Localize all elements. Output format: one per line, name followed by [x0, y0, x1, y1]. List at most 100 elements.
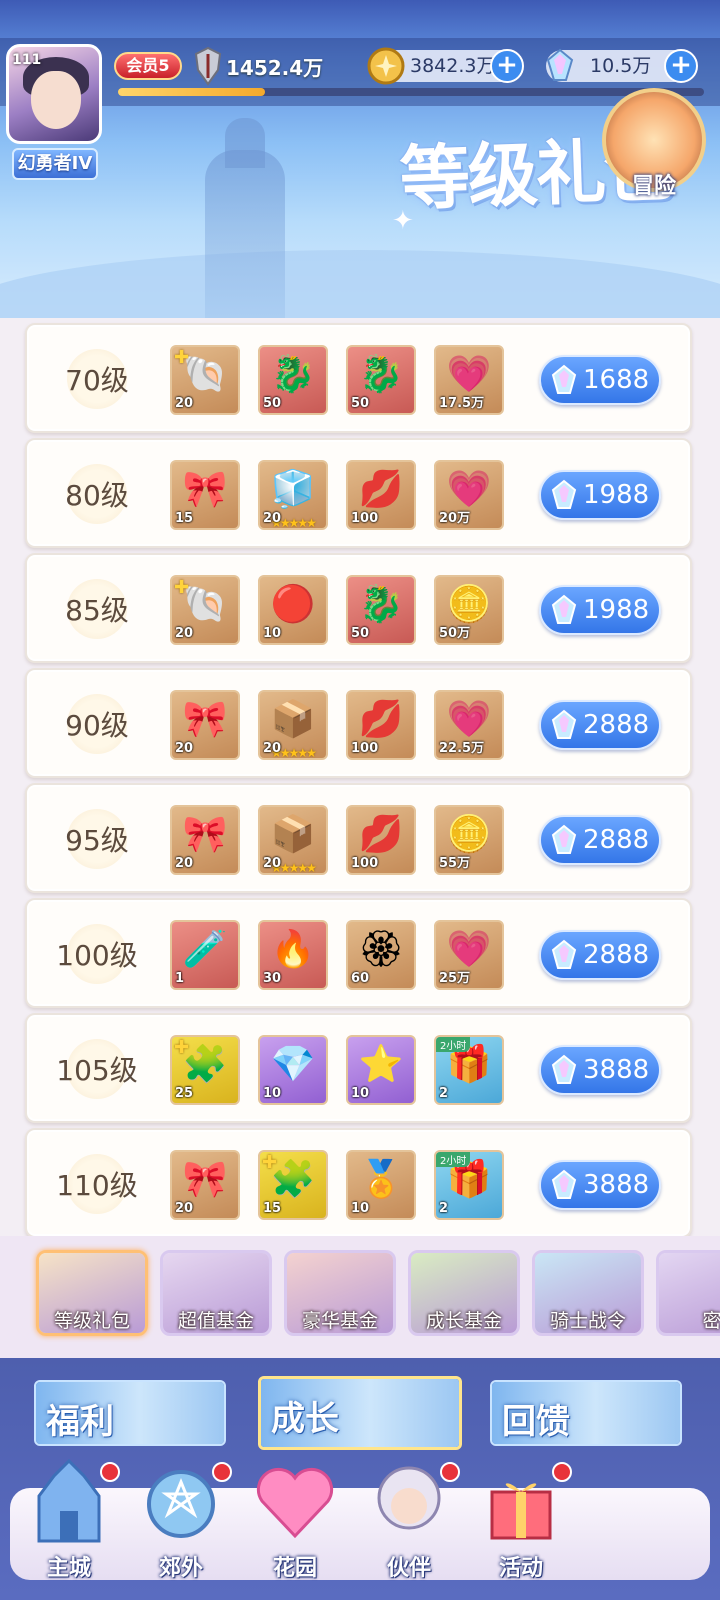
add-coins-button[interactable]: + [490, 49, 524, 83]
item-glyph: 💗 [446, 699, 492, 740]
gold-dragon-icon[interactable]: 🐉 50 [346, 575, 416, 645]
tab-2[interactable]: 豪华基金 [284, 1250, 396, 1336]
item-glyph: 🎀 [182, 699, 228, 740]
pack-price: 3888 [583, 1055, 650, 1085]
buy-button[interactable]: 3888 [539, 1045, 661, 1095]
gold-coin-icon[interactable]: 🪙 55万 [434, 805, 504, 875]
vip-badge[interactable]: 会员5 [114, 52, 182, 80]
item-quantity: 50 [263, 396, 282, 411]
lips-token-icon[interactable]: 💋 100 [346, 690, 416, 760]
pink-ribbon-icon[interactable]: 🎀 20 [170, 690, 240, 760]
nav-0[interactable]: 主城 [14, 1456, 124, 1586]
gold-coin-icon[interactable]: 🪙 50万 [434, 575, 504, 645]
gold-dragon-icon[interactable]: 🐉 50 [346, 345, 416, 415]
pack-price: 2888 [583, 940, 650, 970]
item-quantity: 20 [263, 856, 282, 871]
crystal-gem-icon [551, 364, 577, 394]
nav-label: 郊外 [158, 1556, 203, 1581]
pack-level: 80级 [65, 479, 129, 512]
shell-fragment-icon[interactable]: 🐚 ✚ 20 [170, 575, 240, 645]
item-quantity: 20 [175, 856, 194, 871]
item-glyph: 🎀 [182, 1159, 228, 1200]
supply-box-icon[interactable]: 🧊 ★★★★★ 20 [258, 460, 328, 530]
tab-4[interactable]: 骑士战令 [532, 1250, 644, 1336]
player-title-badge[interactable]: 幻勇者IV [12, 148, 98, 180]
exp-heart-icon[interactable]: 💗 20万 [434, 460, 504, 530]
item-quantity: 50万 [439, 626, 471, 641]
nav-4[interactable]: 活动 [466, 1456, 576, 1586]
pack-price: 2888 [583, 825, 650, 855]
pack-row: 110级 🎀 20 🧩 ✚ 15 🏅 10 🎁 2小时 2 3888 [25, 1128, 692, 1236]
item-quantity: 50 [351, 626, 370, 641]
item-quantity: 25 [175, 1086, 194, 1101]
crystal-orb-icon[interactable]: 💎 10 [258, 1035, 328, 1105]
buy-button[interactable]: 1688 [539, 355, 661, 405]
gold-fragment-icon[interactable]: 🧩 ✚ 15 [258, 1150, 328, 1220]
category-0[interactable]: 福利 [34, 1380, 226, 1446]
item-glyph: 💋 [358, 814, 404, 855]
gold-medal-icon[interactable]: 🏅 10 [346, 1150, 416, 1220]
player-level: 111 [12, 52, 42, 68]
pack-level: 105级 [56, 1054, 138, 1087]
flame-emblem-icon[interactable]: 🔥 30 [258, 920, 328, 990]
buy-button[interactable]: 2888 [539, 815, 661, 865]
flame-medal-icon[interactable]: 🏵 60 [346, 920, 416, 990]
item-quantity: 15 [175, 511, 194, 526]
lips-token-icon[interactable]: 💋 100 [346, 805, 416, 875]
category-2[interactable]: 回馈 [490, 1380, 682, 1446]
purple-star-icon[interactable]: ⭐ 10 [346, 1035, 416, 1105]
item-quantity: 20万 [439, 511, 471, 526]
treasure-chest-icon[interactable]: 🎁 2小时 2 [434, 1150, 504, 1220]
supply-box-icon[interactable]: 📦 ★★★★★ 20 [258, 690, 328, 760]
pack-price: 1688 [583, 365, 650, 395]
pack-level: 90级 [65, 709, 129, 742]
tab-1[interactable]: 超值基金 [160, 1250, 272, 1336]
gold-dragon-icon[interactable]: 🐉 50 [258, 345, 328, 415]
exp-heart-icon[interactable]: 💗 25万 [434, 920, 504, 990]
notification-dot [440, 1462, 460, 1482]
tab-5[interactable]: 密 [656, 1250, 720, 1336]
pack-level: 85级 [65, 594, 129, 627]
item-glyph: 💋 [358, 699, 404, 740]
item-quantity: 20 [175, 1201, 194, 1216]
treasure-chest-icon[interactable]: 🎁 2小时 2 [434, 1035, 504, 1105]
pink-ribbon-icon[interactable]: 🎀 15 [170, 460, 240, 530]
category-1[interactable]: 成长 [258, 1376, 462, 1450]
level-pack-list[interactable]: 70级 🐚 ✚ 20 🐉 50 🐉 50 💗 17.5万 1688 80级 🎀 15 🧊 ★★★★★ 20 💋 10… [0, 318, 720, 1236]
item-glyph: 📦 [270, 699, 316, 740]
add-gems-button[interactable]: + [664, 49, 698, 83]
shop-tab-strip[interactable]: 等级礼包 超值基金 豪华基金 成长基金 骑士战令 密 [0, 1236, 720, 1358]
supply-box-icon[interactable]: 📦 ★★★★★ 20 [258, 805, 328, 875]
buy-button[interactable]: 3888 [539, 1160, 661, 1210]
tab-3[interactable]: 成长基金 [408, 1250, 520, 1336]
coin-counter: 3842.3万 + [367, 47, 524, 85]
exp-heart-icon[interactable]: 💗 17.5万 [434, 345, 504, 415]
pack-row: 100级 🧪 1 🔥 30 🏵 60 💗 25万 2888 [25, 898, 692, 1008]
dragon-orb-icon[interactable]: 🔴 10 [258, 575, 328, 645]
nav-2[interactable]: 花园 [240, 1456, 350, 1586]
item-glyph: ⭐ [358, 1044, 404, 1085]
item-glyph: 🐉 [358, 354, 404, 395]
pink-ribbon-icon[interactable]: 🎀 20 [170, 805, 240, 875]
item-quantity: 55万 [439, 856, 471, 871]
buy-button[interactable]: 2888 [539, 700, 661, 750]
category-label: 成长 [271, 1399, 339, 1439]
item-quantity: 100 [351, 856, 379, 871]
pink-ribbon-icon[interactable]: 🎀 20 [170, 1150, 240, 1220]
tab-label: 密 [702, 1310, 720, 1332]
gold-fragment-icon[interactable]: 🧩 ✚ 25 [170, 1035, 240, 1105]
lips-token-icon[interactable]: 💋 100 [346, 460, 416, 530]
item-glyph: 💎 [270, 1044, 316, 1085]
buy-button[interactable]: 1988 [539, 585, 661, 635]
tab-0[interactable]: 等级礼包 [36, 1250, 148, 1336]
buy-button[interactable]: 2888 [539, 930, 661, 980]
item-glyph: 🧪 [182, 929, 228, 970]
rainbow-potion-icon[interactable]: 🧪 1 [170, 920, 240, 990]
item-quantity: 50 [351, 396, 370, 411]
nav-3[interactable]: 伙伴 [354, 1456, 464, 1586]
nav-label: 主城 [46, 1556, 91, 1581]
buy-button[interactable]: 1988 [539, 470, 661, 520]
shell-fragment-icon[interactable]: 🐚 ✚ 20 [170, 345, 240, 415]
exp-heart-icon[interactable]: 💗 22.5万 [434, 690, 504, 760]
nav-1[interactable]: 郊外 [126, 1456, 236, 1586]
